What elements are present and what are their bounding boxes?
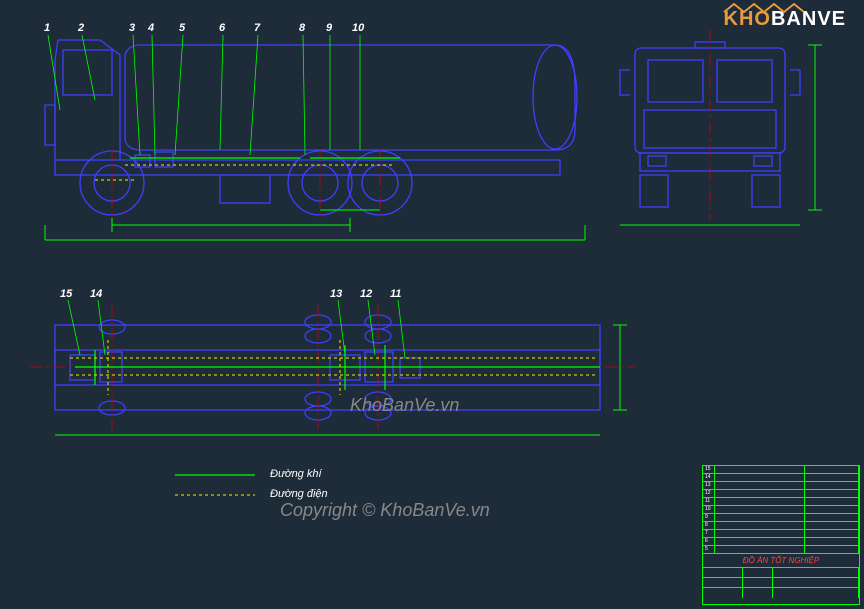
watermark-copyright: Copyright © KhoBanVe.vn bbox=[280, 500, 490, 521]
logo-watermark: KHOBANVE bbox=[724, 8, 846, 31]
tb-footer bbox=[703, 568, 859, 598]
legend-elec-label: Đường điện bbox=[270, 488, 328, 500]
legend bbox=[175, 475, 255, 495]
cad-canvas: 1 2 3 4 5 6 7 8 9 10 15 14 13 12 11 Đườn… bbox=[0, 0, 864, 609]
callout-1: 1 bbox=[44, 22, 50, 34]
callout-8: 8 bbox=[299, 22, 305, 34]
callout-3: 3 bbox=[129, 22, 135, 34]
callout-7: 7 bbox=[254, 22, 260, 34]
callout-4: 4 bbox=[148, 22, 154, 34]
callout-9: 9 bbox=[326, 22, 332, 34]
callout-15: 15 bbox=[60, 288, 72, 300]
callout-14: 14 bbox=[90, 288, 102, 300]
tb-parts-list: 15 14 13 12 11 10 9 8 7 6 5 bbox=[703, 466, 859, 554]
callout-11: 11 bbox=[390, 288, 401, 300]
legend-air-label: Đường khí bbox=[270, 468, 322, 480]
callout-10: 10 bbox=[352, 22, 364, 34]
callout-6: 6 bbox=[219, 22, 225, 34]
titleblock: 15 14 13 12 11 10 9 8 7 6 5 ĐỒ ÁN TỐT NG… bbox=[702, 465, 860, 605]
watermark-center: KhoBanVe.vn bbox=[350, 395, 459, 416]
callout-13: 13 bbox=[330, 288, 342, 300]
callout-5: 5 bbox=[179, 22, 185, 34]
callout-2: 2 bbox=[78, 22, 84, 34]
side-view bbox=[45, 40, 577, 215]
roof-icon bbox=[722, 2, 812, 28]
callout-12: 12 bbox=[360, 288, 372, 300]
tb-title: ĐỒ ÁN TỐT NGHIỆP bbox=[703, 554, 859, 568]
